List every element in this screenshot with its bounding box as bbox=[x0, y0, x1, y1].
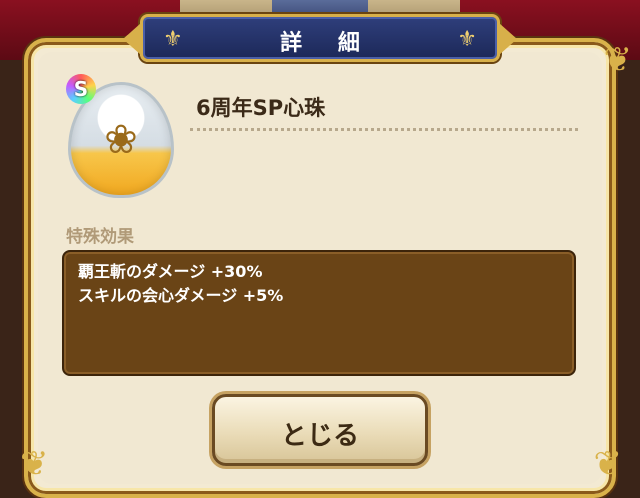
dialog-title: 詳 細 bbox=[280, 31, 374, 56]
close-button[interactable]: とじる bbox=[212, 394, 428, 466]
corner-flourish-icon: ❦ bbox=[20, 444, 49, 484]
close-button-label: とじる bbox=[280, 421, 359, 451]
special-effect-box: 覇王斬のダメージ +30% スキルの会心ダメージ +5% bbox=[62, 250, 576, 376]
laurel-wreath-icon: ❀ bbox=[104, 117, 138, 163]
title-plate: ⚜ 詳 細 ⚜ bbox=[123, 14, 517, 62]
fleur-de-lis-icon: ⚜ bbox=[457, 27, 477, 52]
corner-flourish-icon: ❦ bbox=[603, 40, 633, 80]
dotted-divider bbox=[190, 128, 578, 131]
item-name: 6周年SP心珠 bbox=[196, 96, 326, 120]
corner-flourish-icon: ❦ bbox=[593, 444, 623, 484]
effect-line: スキルの会心ダメージ +5% bbox=[78, 286, 284, 305]
effect-line: 覇王斬のダメージ +30% bbox=[78, 262, 263, 281]
rank-badge: S bbox=[66, 74, 96, 104]
special-effect-label: 特殊効果 bbox=[66, 227, 134, 247]
